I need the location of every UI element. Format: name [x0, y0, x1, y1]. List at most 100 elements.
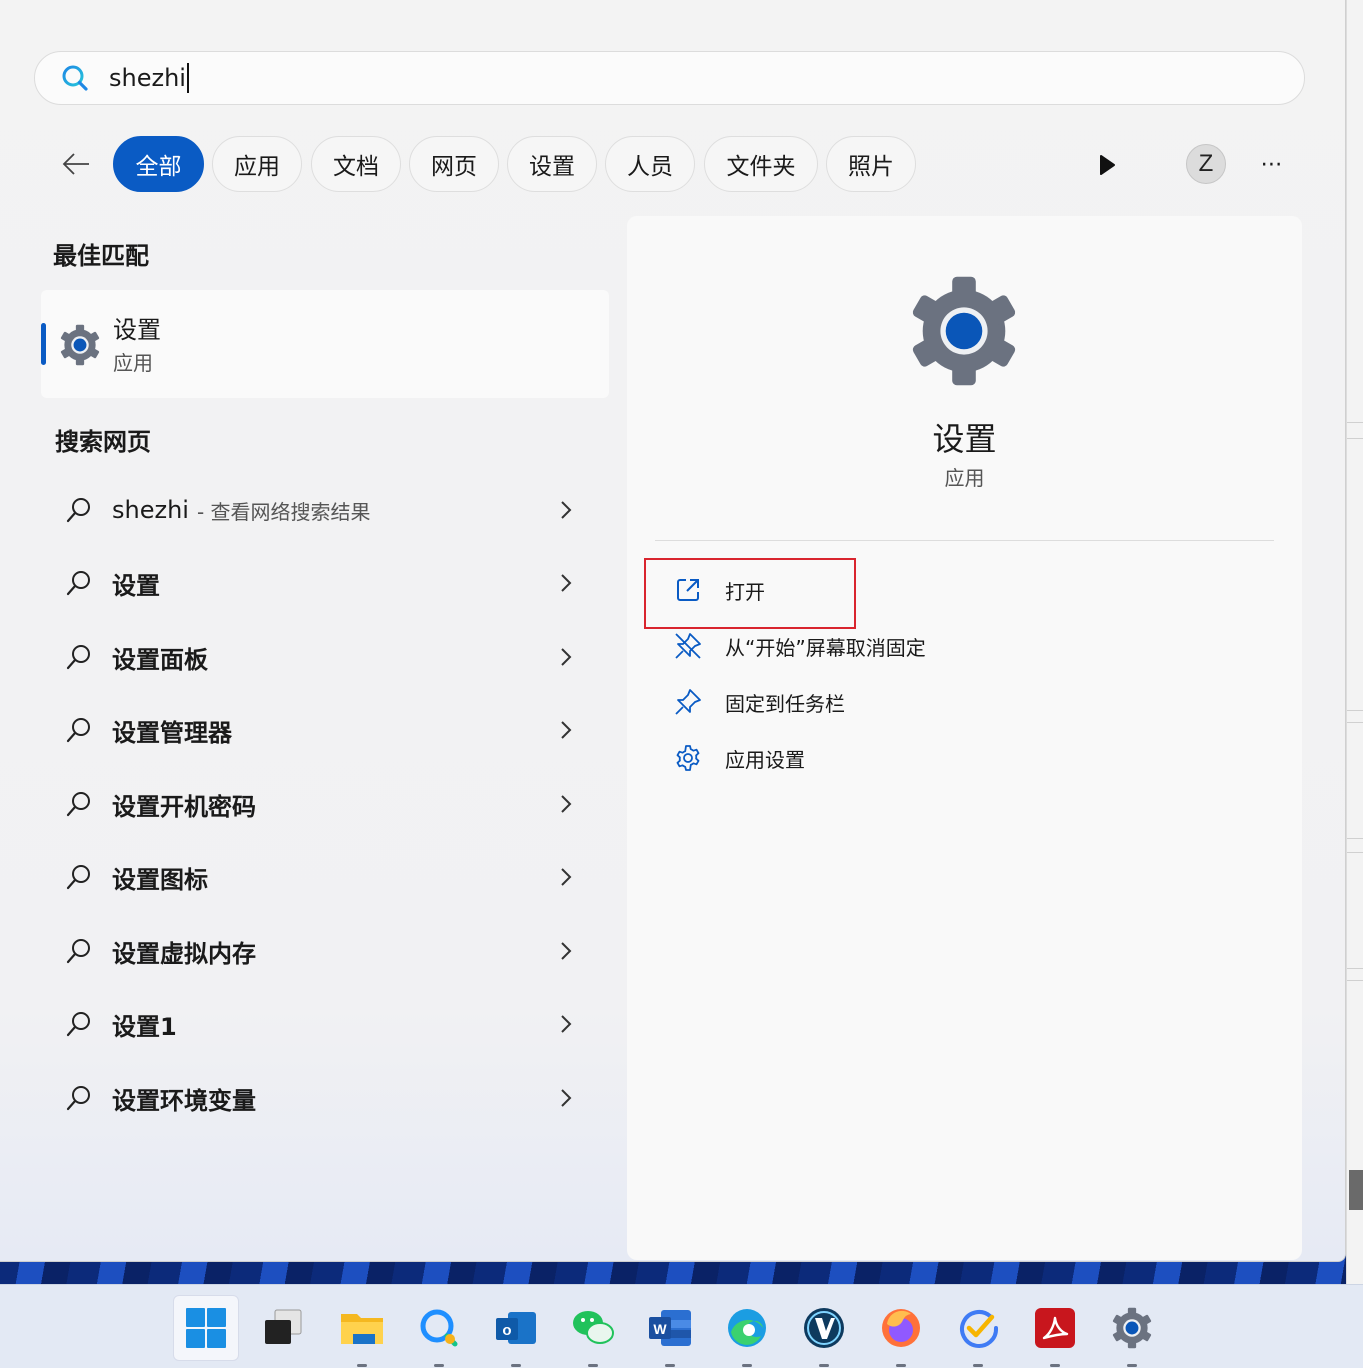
chevron-right-icon — [554, 718, 578, 742]
tab-all[interactable]: 全部 — [113, 136, 204, 192]
tab-people[interactable]: 人员 — [605, 136, 695, 192]
edge-icon — [728, 1309, 766, 1347]
detail-title: 设置 — [932, 420, 997, 458]
vim-icon — [804, 1308, 844, 1348]
chat-icon — [420, 1309, 458, 1347]
web-search-item[interactable]: 设置图标 — [56, 847, 596, 907]
selection-indicator — [41, 323, 46, 365]
background-window-edge — [1346, 0, 1363, 1290]
search-icon — [62, 566, 96, 600]
tab-settings[interactable]: 设置 — [507, 136, 597, 192]
open-action[interactable]: 打开 — [671, 570, 765, 610]
svg-text:W: W — [653, 1321, 667, 1337]
avatar[interactable]: Z — [1186, 144, 1226, 184]
unpin-icon — [671, 629, 705, 663]
search-icon — [59, 62, 91, 94]
web-search-hint: - 查看网络搜索结果 — [196, 499, 371, 524]
word-icon: W — [649, 1310, 691, 1346]
taskbar-firefox[interactable] — [868, 1295, 934, 1367]
open-external-icon — [671, 573, 705, 607]
taskbar-word[interactable]: W — [637, 1295, 703, 1367]
web-search-label: 设置 — [112, 571, 160, 600]
outlook-icon: o — [496, 1312, 536, 1344]
web-search-item[interactable]: 设置 — [56, 553, 596, 613]
taskbar-edge[interactable] — [714, 1295, 780, 1367]
taskbar-todo[interactable] — [945, 1295, 1011, 1367]
search-icon — [62, 860, 96, 894]
taskbar-task-view[interactable] — [250, 1295, 316, 1361]
taskbar-wechat[interactable] — [560, 1295, 626, 1367]
web-search-label: 设置1 — [112, 1012, 177, 1041]
pin-icon — [671, 685, 705, 719]
web-search-label: 设置环境变量 — [112, 1086, 256, 1115]
search-box[interactable]: shezhi — [34, 51, 1305, 105]
file-explorer-icon — [341, 1314, 383, 1344]
filter-bar: 全部 应用 文档 网页 设置 人员 文件夹 照片 Z ⋯ — [0, 136, 1346, 192]
start-icon — [186, 1308, 226, 1348]
action-label: 应用设置 — [725, 747, 805, 772]
web-search-item[interactable]: 设置开机密码 — [56, 774, 596, 834]
best-match-heading: 最佳匹配 — [53, 242, 149, 270]
tab-photos[interactable]: 照片 — [826, 136, 916, 192]
action-label: 从“开始”屏幕取消固定 — [725, 635, 926, 660]
taskbar-file-explorer[interactable] — [329, 1295, 395, 1367]
more-filters-button[interactable] — [1090, 148, 1124, 182]
tab-folders[interactable]: 文件夹 — [704, 136, 818, 192]
web-search-item[interactable]: 设置环境变量 — [56, 1068, 596, 1128]
start-button[interactable] — [173, 1295, 239, 1361]
web-search-item[interactable]: shezhi - 查看网络搜索结果 — [56, 480, 596, 540]
web-search-item[interactable]: 设置管理器 — [56, 700, 596, 760]
search-icon — [62, 713, 96, 747]
unpin-from-start-action[interactable]: 从“开始”屏幕取消固定 — [671, 626, 926, 666]
detail-subtitle: 应用 — [944, 466, 985, 490]
firefox-icon — [882, 1309, 920, 1347]
chevron-right-icon — [554, 645, 578, 669]
acrobat-icon — [1035, 1308, 1075, 1348]
search-icon — [62, 1007, 96, 1041]
todo-icon — [960, 1310, 999, 1348]
taskbar: o W — [0, 1284, 1363, 1368]
divider — [655, 540, 1274, 541]
best-match-subtitle: 应用 — [113, 351, 153, 375]
svg-text:o: o — [502, 1322, 511, 1339]
chevron-right-icon — [554, 498, 578, 522]
action-label: 打开 — [725, 579, 765, 604]
web-search-label: 设置开机密码 — [112, 792, 256, 821]
app-settings-action[interactable]: 应用设置 — [671, 738, 805, 778]
wechat-icon — [573, 1311, 614, 1344]
web-search-label: 设置图标 — [112, 865, 208, 894]
web-search-item[interactable]: 设置虚拟内存 — [56, 921, 596, 981]
web-search-label: 设置管理器 — [112, 718, 232, 747]
search-input[interactable]: shezhi — [109, 63, 1209, 93]
more-options-button[interactable]: ⋯ — [1252, 144, 1292, 184]
search-icon — [62, 934, 96, 968]
search-icon — [62, 787, 96, 821]
gear-icon — [671, 741, 705, 775]
arrow-left-icon — [62, 153, 89, 175]
taskbar-vim[interactable] — [791, 1295, 857, 1367]
back-button[interactable] — [56, 144, 96, 184]
search-icon — [62, 493, 96, 527]
web-search-item[interactable]: 设置面板 — [56, 627, 596, 687]
web-search-label: 设置虚拟内存 — [112, 939, 256, 968]
tab-web[interactable]: 网页 — [409, 136, 499, 192]
chevron-right-icon — [554, 792, 578, 816]
taskbar-outlook[interactable]: o — [483, 1295, 549, 1367]
web-search-item[interactable]: 设置1 — [56, 994, 596, 1054]
chevron-right-icon — [554, 939, 578, 963]
search-panel: shezhi 全部 应用 文档 网页 设置 人员 文件夹 照片 Z ⋯ 最佳匹配 — [0, 0, 1346, 1262]
play-icon — [1100, 155, 1115, 175]
best-match-item[interactable]: 设置 应用 — [41, 290, 609, 398]
best-match-title: 设置 — [113, 316, 161, 344]
settings-icon — [1112, 1307, 1152, 1349]
chevron-right-icon — [554, 865, 578, 889]
taskbar-acrobat[interactable] — [1022, 1295, 1088, 1367]
taskbar-chat[interactable] — [406, 1295, 472, 1367]
chevron-right-icon — [554, 1012, 578, 1036]
tab-apps[interactable]: 应用 — [212, 136, 302, 192]
web-search-label: shezhi — [112, 496, 189, 524]
pin-to-taskbar-action[interactable]: 固定到任务栏 — [671, 682, 845, 722]
taskbar-settings[interactable] — [1099, 1295, 1165, 1367]
action-label: 固定到任务栏 — [725, 691, 845, 716]
tab-documents[interactable]: 文档 — [311, 136, 401, 192]
